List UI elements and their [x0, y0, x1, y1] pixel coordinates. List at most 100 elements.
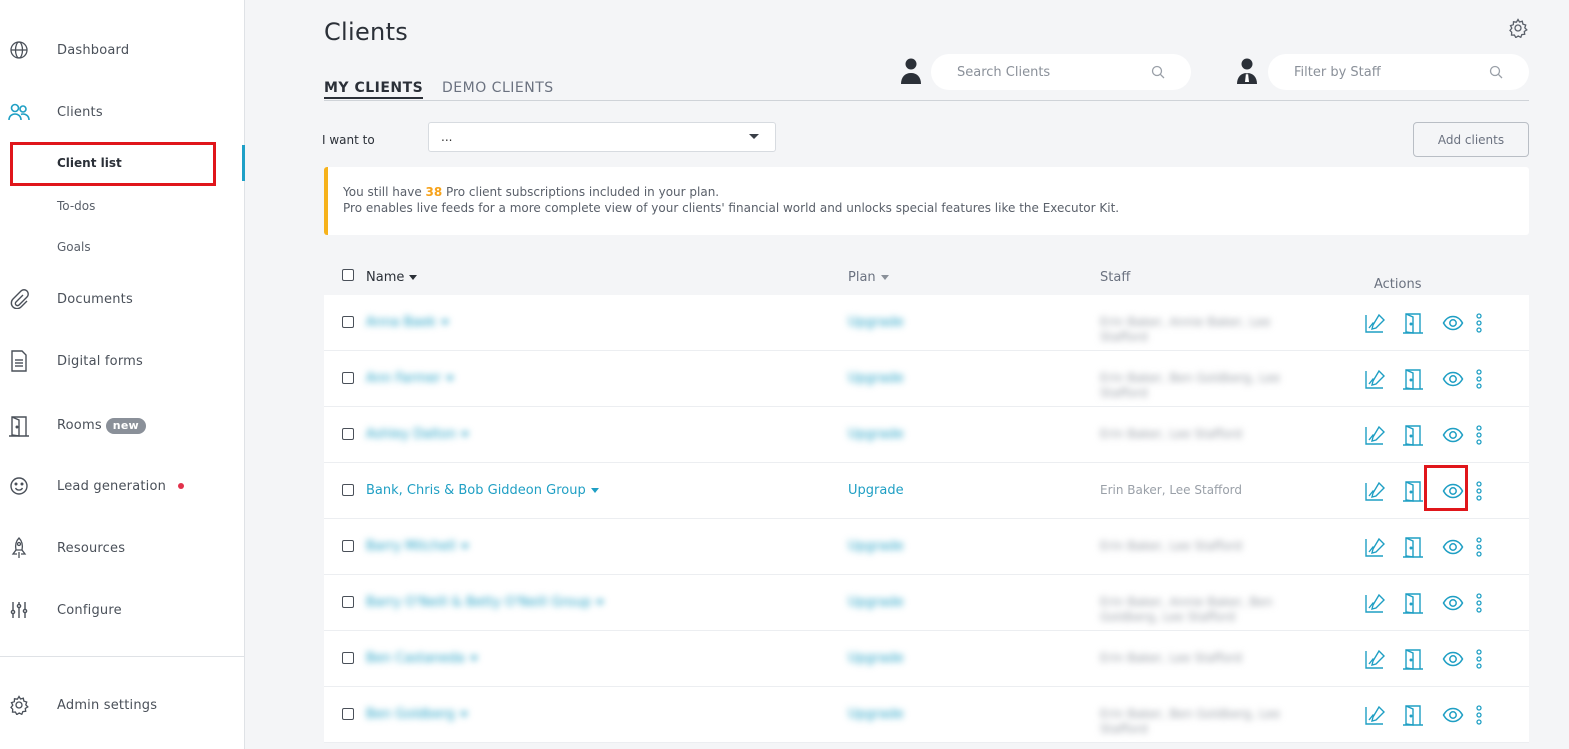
chart-icon[interactable] [1364, 312, 1386, 334]
table-row[interactable]: Barry O'Neill & Betty O'Neill Group Upgr… [324, 575, 1529, 631]
door-icon[interactable] [1402, 312, 1424, 334]
add-clients-button[interactable]: Add clients [1413, 122, 1529, 157]
eye-icon[interactable] [1442, 592, 1464, 614]
sidebar-item-lead-generation[interactable]: Lead generation [0, 466, 245, 506]
door-icon[interactable] [1402, 536, 1424, 558]
chart-icon[interactable] [1364, 480, 1386, 502]
table-row[interactable]: Barry Mitchell Upgrade Erin Baker, Lee S… [324, 519, 1529, 575]
eye-icon[interactable] [1442, 536, 1464, 558]
rooms-label: Rooms [57, 418, 102, 433]
more-options-icon[interactable] [1472, 704, 1486, 726]
notice-suffix: Pro client subscriptions included in you… [442, 185, 720, 199]
sidebar-item-digital-forms[interactable]: Digital forms [0, 341, 245, 381]
more-options-icon[interactable] [1472, 480, 1486, 502]
chart-icon[interactable] [1364, 648, 1386, 670]
chart-icon[interactable] [1364, 704, 1386, 726]
eye-icon[interactable] [1442, 368, 1464, 390]
client-name-link[interactable]: Bank, Chris & Bob Giddeon Group [366, 483, 599, 498]
sidebar-item-documents[interactable]: Documents [0, 279, 245, 319]
more-options-icon[interactable] [1472, 312, 1486, 334]
search-icon[interactable] [1489, 64, 1503, 79]
chart-icon[interactable] [1364, 424, 1386, 446]
more-options-icon[interactable] [1472, 368, 1486, 390]
row-checkbox[interactable] [342, 540, 354, 552]
client-name-link[interactable]: Barry Mitchell [366, 539, 469, 554]
sidebar-item-resources[interactable]: Resources [0, 528, 245, 568]
client-name-link[interactable]: Barry O'Neill & Betty O'Neill Group [366, 595, 604, 610]
plan-upgrade-link[interactable]: Upgrade [848, 483, 904, 498]
more-options-icon[interactable] [1472, 536, 1486, 558]
filter-staff-input[interactable] [1268, 64, 1468, 80]
table-row[interactable]: Ben Goldberg Upgrade Erin Baker, Ben Gol… [324, 687, 1529, 743]
chart-icon[interactable] [1364, 368, 1386, 390]
row-checkbox[interactable] [342, 316, 354, 328]
eye-icon[interactable] [1442, 704, 1464, 726]
row-checkbox[interactable] [342, 484, 354, 496]
table-row[interactable]: Anna Baek Upgrade Erin Baker, Annie Bake… [324, 295, 1529, 351]
plan-upgrade-link[interactable]: Upgrade [848, 707, 904, 722]
eye-icon[interactable] [1442, 648, 1464, 670]
door-icon[interactable] [1402, 648, 1424, 670]
staff-names: Erin Baker, Annie Baker, Ben Goldberg, L… [1100, 595, 1273, 624]
client-name-link[interactable]: Ashley Dalton [366, 427, 470, 442]
table-row[interactable]: Ben Castaneda Upgrade Erin Baker, Lee St… [324, 631, 1529, 687]
sidebar-item-configure[interactable]: Configure [0, 590, 245, 630]
plan-upgrade-link[interactable]: Upgrade [848, 595, 904, 610]
door-icon[interactable] [1402, 480, 1424, 502]
plan-upgrade-link[interactable]: Upgrade [848, 651, 904, 666]
row-checkbox[interactable] [342, 428, 354, 440]
plan-upgrade-link[interactable]: Upgrade [848, 539, 904, 554]
search-clients-input[interactable] [931, 64, 1131, 80]
search-icon[interactable] [1151, 64, 1165, 79]
chart-icon[interactable] [1364, 536, 1386, 558]
plan-upgrade-link[interactable]: Upgrade [848, 315, 904, 330]
chart-icon[interactable] [1364, 592, 1386, 614]
door-icon[interactable] [1402, 424, 1424, 446]
door-icon[interactable] [1402, 592, 1424, 614]
column-header-plan[interactable]: Plan [848, 270, 889, 285]
more-options-icon[interactable] [1472, 648, 1486, 670]
eye-icon[interactable] [1442, 312, 1464, 334]
clients-table: Name Plan Staff Actions Anna Baek Upgrad… [324, 260, 1529, 743]
client-name-link[interactable]: Ben Castaneda [366, 651, 478, 666]
tab-my-clients[interactable]: MY CLIENTS [324, 80, 424, 99]
select-all-checkbox[interactable] [342, 269, 354, 281]
table-row[interactable]: Bank, Chris & Bob Giddeon Group Upgrade … [324, 463, 1529, 519]
action-select[interactable]: ... [428, 122, 776, 152]
row-checkbox[interactable] [342, 596, 354, 608]
settings-gear-icon[interactable] [1508, 18, 1528, 39]
sidebar-item-dashboard[interactable]: Dashboard [0, 30, 245, 70]
client-name: Ben Castaneda [366, 651, 465, 666]
client-name-link[interactable]: Ben Goldberg [366, 707, 468, 722]
table-row[interactable]: Ann Farmer Upgrade Erin Baker, Ben Goldb… [324, 351, 1529, 407]
plan-upgrade-link[interactable]: Upgrade [848, 371, 904, 386]
sort-caret-icon [880, 275, 889, 280]
sidebar-item-rooms[interactable]: Rooms new [0, 406, 245, 446]
door-icon[interactable] [1402, 368, 1424, 390]
notice-line-2: Pro enables live feeds for a more comple… [343, 201, 1120, 215]
action-select-value: ... [441, 130, 453, 144]
sidebar-subitem-todos[interactable]: To-dos [0, 188, 245, 224]
column-header-name[interactable]: Name [366, 270, 418, 285]
chevron-down-icon [460, 544, 469, 549]
chevron-down-icon [469, 656, 478, 661]
client-name-link[interactable]: Anna Baek [366, 315, 449, 330]
column-header-staff: Staff [1100, 270, 1131, 285]
table-row[interactable]: Ashley Dalton Upgrade Erin Baker, Lee St… [324, 407, 1529, 463]
row-checkbox[interactable] [342, 652, 354, 664]
name-header-label: Name [366, 270, 405, 285]
client-name-link[interactable]: Ann Farmer [366, 371, 454, 386]
sidebar-item-admin-settings[interactable]: Admin settings [0, 685, 245, 725]
door-icon[interactable] [1402, 704, 1424, 726]
more-options-icon[interactable] [1472, 592, 1486, 614]
row-checkbox[interactable] [342, 708, 354, 720]
more-options-icon[interactable] [1472, 424, 1486, 446]
eye-icon[interactable] [1442, 424, 1464, 446]
plan-upgrade-link[interactable]: Upgrade [848, 427, 904, 442]
row-checkbox[interactable] [342, 372, 354, 384]
page-title: Clients [324, 18, 409, 46]
sidebar-item-clients[interactable]: Clients [0, 92, 245, 132]
sidebar-subitem-goals[interactable]: Goals [0, 229, 245, 265]
tab-demo-clients[interactable]: DEMO CLIENTS [442, 80, 554, 96]
sort-caret-icon [409, 275, 418, 280]
